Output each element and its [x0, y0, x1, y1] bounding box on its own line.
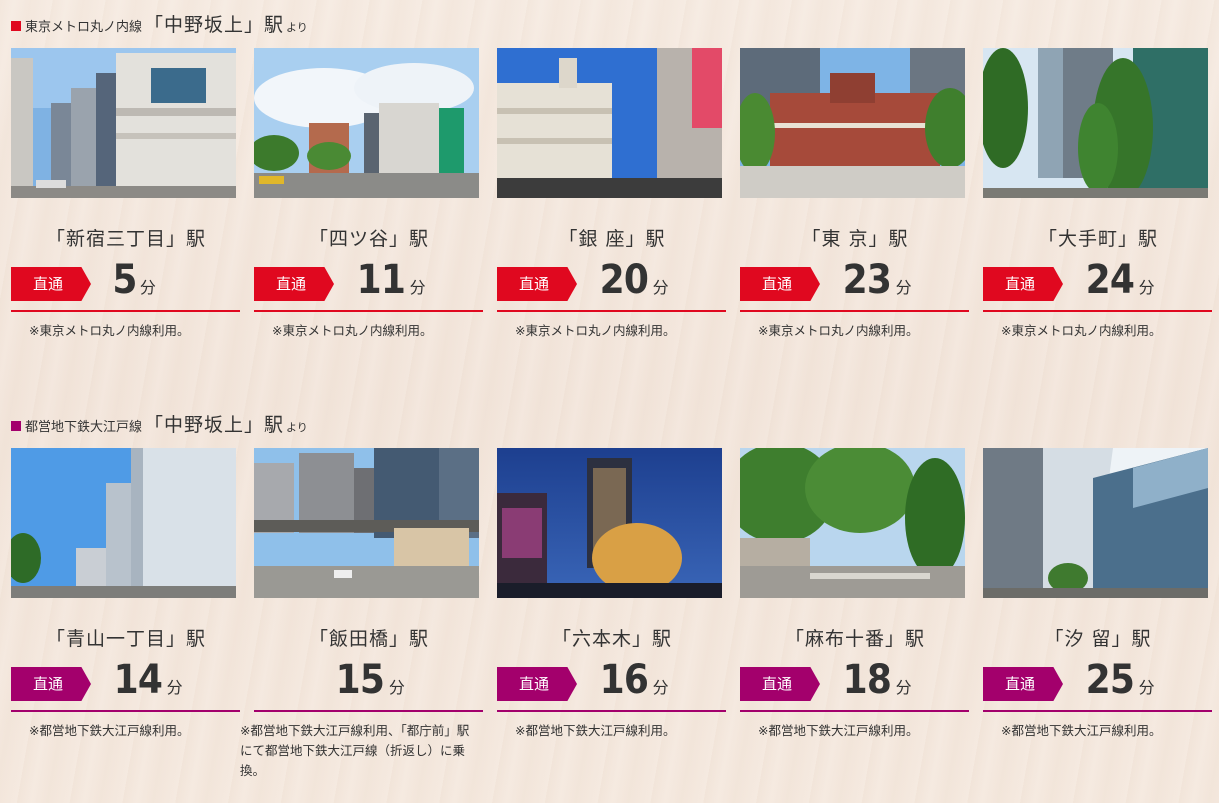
minutes-unit: 分 [895, 278, 912, 297]
minutes-unit: 分 [388, 678, 405, 697]
minutes-value: 25 [1085, 657, 1135, 703]
travel-time: 23 分 [840, 257, 912, 303]
station-photo-ginza [497, 48, 722, 198]
direct-badge: 直通 [254, 267, 334, 301]
station-photo-azabu-juban [740, 448, 965, 598]
route-note: ※東京メトロ丸ノ内線利用。 [272, 323, 433, 338]
time-row: 直通 23 分 [740, 253, 970, 303]
station-name: 「麻布十番」駅 [784, 628, 925, 650]
station-photo-tokyo [740, 48, 965, 198]
direct-badge: 直通 [740, 667, 820, 701]
route-note: ※東京メトロ丸ノ内線利用。 [29, 323, 190, 338]
station-name: 「青山一丁目」駅 [45, 628, 206, 650]
divider [497, 710, 726, 712]
route-note: ※東京メトロ丸ノ内線利用。 [1001, 323, 1162, 338]
travel-time: 16 分 [597, 657, 669, 703]
direct-badge: 直通 [11, 267, 91, 301]
direct-badge: 直通 [11, 667, 91, 701]
travel-time: 14 分 [111, 657, 183, 703]
minutes-unit: 分 [1138, 278, 1155, 297]
from-label: より [286, 421, 308, 434]
minutes-value: 16 [599, 657, 649, 703]
divider [983, 310, 1212, 312]
minutes-value: 24 [1085, 257, 1135, 303]
time-row: 直通 5分 [11, 253, 241, 303]
travel-time: 24 分 [1083, 257, 1155, 303]
direct-badge: 直通 [497, 667, 577, 701]
direct-badge: 直通 [983, 667, 1063, 701]
direct-badge: 直通 [497, 267, 577, 301]
station-name: 「飯田橋」駅 [308, 628, 429, 650]
station-name: 「大手町」駅 [1037, 228, 1158, 250]
travel-time: 5分 [111, 257, 156, 303]
minutes-unit: 分 [652, 678, 669, 697]
time-row: 直通 24 分 [983, 253, 1213, 303]
travel-time: 20 分 [597, 257, 669, 303]
minutes-unit: 分 [652, 278, 669, 297]
divider [11, 710, 240, 712]
minutes-value: 20 [599, 257, 649, 303]
route-note: ※東京メトロ丸ノ内線利用。 [758, 323, 919, 338]
minutes-unit: 分 [895, 678, 912, 697]
divider [497, 310, 726, 312]
divider [983, 710, 1212, 712]
divider [740, 310, 969, 312]
route-note: ※都営地下鉄大江戸線利用。 [29, 723, 190, 738]
travel-time: 11 分 [354, 257, 426, 303]
route-note: ※都営地下鉄大江戸線利用。 [1001, 723, 1162, 738]
direct-badge: 直通 [740, 267, 820, 301]
time-row: 15 分 [254, 653, 484, 703]
station-photo-yotsuya [254, 48, 479, 198]
time-row: 直通 20 分 [497, 253, 727, 303]
station-photo-iidabashi [254, 448, 479, 598]
from-label: より [286, 21, 308, 34]
station-name: 「四ツ谷」駅 [308, 228, 429, 250]
minutes-value: 23 [842, 257, 892, 303]
station-photo-shinjuku-sanchome [11, 48, 236, 198]
direct-badge: 直通 [983, 267, 1063, 301]
minutes-unit: 分 [166, 678, 183, 697]
line-name: 都営地下鉄大江戸線 [25, 420, 143, 435]
station-name: 「汐 留」駅 [1044, 628, 1152, 650]
station-name: 「銀 座」駅 [558, 228, 666, 250]
divider [11, 310, 240, 312]
route-note: ※都営地下鉄大江戸線利用。 [758, 723, 919, 738]
line-name: 東京メトロ丸ノ内線 [25, 20, 143, 35]
station-name: 「六本木」駅 [551, 628, 672, 650]
station-name: 「東 京」駅 [801, 228, 909, 250]
travel-time: 15 分 [254, 657, 484, 703]
route-note: ※都営地下鉄大江戸線利用。 [515, 723, 676, 738]
station-name: 「新宿三丁目」駅 [45, 228, 206, 250]
time-row: 直通 18 分 [740, 653, 970, 703]
time-row: 直通 11 分 [254, 253, 484, 303]
travel-time: 25 分 [1083, 657, 1155, 703]
minutes-unit: 分 [1138, 678, 1155, 697]
minutes-value: 11 [356, 257, 406, 303]
section-header: 都営地下鉄大江戸線 「中野坂上」駅 より [11, 410, 308, 437]
minutes-value: 14 [113, 657, 163, 703]
line-color-square [11, 21, 21, 31]
travel-time: 18 分 [840, 657, 912, 703]
minutes-unit: 分 [139, 278, 156, 297]
time-row: 直通 14 分 [11, 653, 241, 703]
divider [254, 710, 483, 712]
station-photo-otemachi [983, 48, 1208, 198]
time-row: 直通 16 分 [497, 653, 727, 703]
origin-station: 「中野坂上」駅 [144, 14, 285, 36]
divider [740, 710, 969, 712]
minutes-value: 18 [842, 657, 892, 703]
divider [254, 310, 483, 312]
origin-station: 「中野坂上」駅 [144, 414, 285, 436]
station-photo-roppongi [497, 448, 722, 598]
station-photo-shiodome [983, 448, 1208, 598]
route-note: ※都営地下鉄大江戸線利用、「都庁前」駅にて都営地下鉄大江戸線（折返し）に乗換。 [240, 723, 470, 778]
station-photo-aoyama-itchome [11, 448, 236, 598]
time-row: 直通 25 分 [983, 653, 1213, 703]
minutes-value: 15 [335, 657, 385, 703]
minutes-unit: 分 [409, 278, 426, 297]
section-header: 東京メトロ丸ノ内線 「中野坂上」駅 より [11, 10, 308, 37]
minutes-value: 5 [112, 257, 137, 303]
line-color-square [11, 421, 21, 431]
route-note: ※東京メトロ丸ノ内線利用。 [515, 323, 676, 338]
